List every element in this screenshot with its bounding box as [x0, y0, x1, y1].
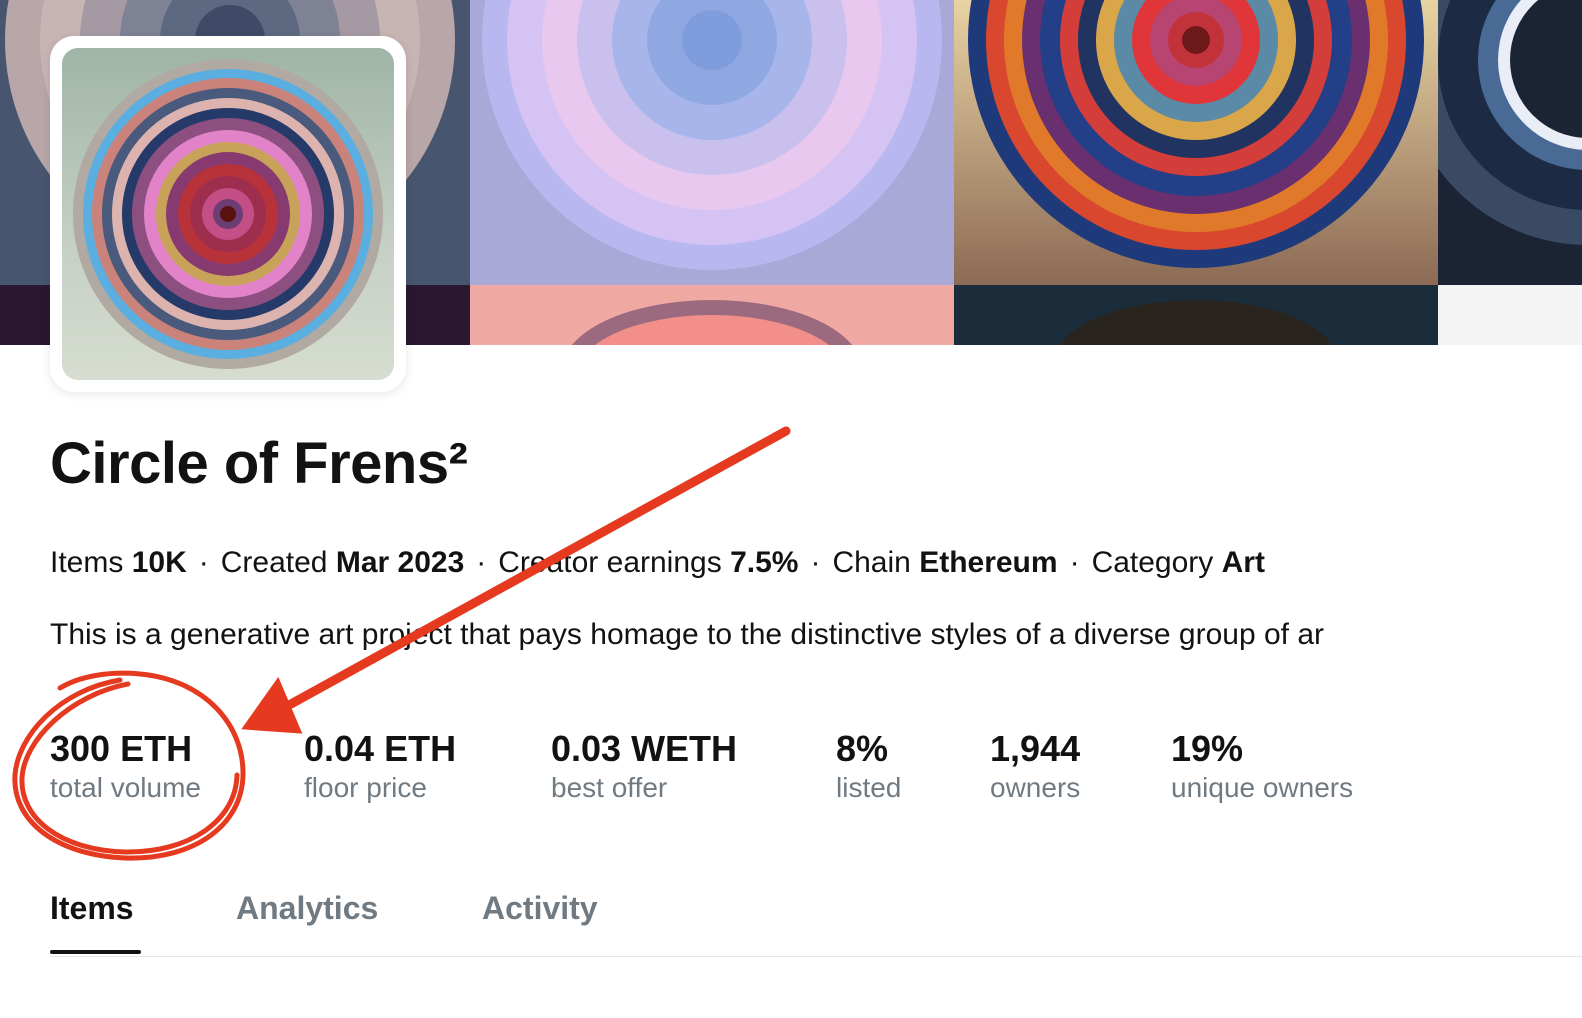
stat-total-volume: 300 ETH total volume	[50, 728, 201, 806]
meta-chain-value: Ethereum	[919, 546, 1058, 579]
meta-items-value: 10K	[131, 546, 187, 579]
stat-value: 0.03 WETH	[551, 728, 738, 769]
stat-value: 300 ETH	[50, 728, 193, 769]
meta-category-value[interactable]: Art	[1222, 546, 1265, 579]
meta-chain: Chain Ethereum	[832, 546, 1057, 580]
stat-floor-price: 0.04 ETH floor price	[304, 728, 456, 806]
stat-label: total volume	[50, 772, 201, 803]
collection-avatar-image	[62, 48, 394, 380]
meta-created-label: Created	[220, 546, 328, 579]
meta-separator: ·	[1069, 546, 1080, 579]
banner-tile-4	[1438, 0, 1582, 345]
meta-separator: ·	[476, 546, 487, 579]
tab-items[interactable]: Items	[50, 890, 134, 927]
stat-unique-owners: 19% unique owners	[1171, 728, 1353, 806]
collection-meta: Items 10K · Created Mar 2023 · Creator earni…	[50, 546, 1265, 580]
meta-separator: ·	[198, 546, 209, 579]
tab-analytics[interactable]: Analytics	[236, 890, 378, 927]
stat-owners: 1,944 owners	[990, 728, 1080, 806]
meta-created-value: Mar 2023	[335, 546, 465, 579]
collection-avatar[interactable]	[50, 36, 406, 392]
meta-items: Items 10K	[50, 546, 187, 580]
stat-value: 1,944	[990, 728, 1081, 769]
meta-items-label: Items	[50, 546, 124, 579]
stat-label: owners	[990, 772, 1081, 803]
stat-value: 19%	[1171, 728, 1244, 769]
meta-chain-label: Chain	[832, 546, 911, 579]
meta-creator-earnings-label: Creator earnings	[498, 546, 722, 579]
meta-created: Created Mar 2023	[221, 546, 465, 580]
tab-activity[interactable]: Activity	[482, 890, 598, 927]
collection-description: This is a generative art project that pa…	[50, 618, 1324, 651]
collection-title: Circle of Frens²	[50, 431, 468, 496]
collection-tabs: Items Analytics Activity	[50, 890, 1582, 957]
stat-label: floor price	[304, 772, 427, 803]
meta-category-label: Category	[1091, 546, 1214, 579]
stat-value: 0.04 ETH	[304, 728, 457, 769]
meta-separator: ·	[810, 546, 821, 579]
stat-listed: 8% listed	[836, 728, 901, 806]
meta-category[interactable]: Category Art	[1092, 546, 1265, 580]
stat-label: best offer	[551, 772, 668, 803]
stat-label: unique owners	[1171, 772, 1354, 803]
active-tab-indicator	[50, 950, 141, 954]
meta-creator-earnings: Creator earnings 7.5%	[498, 546, 798, 580]
stat-value: 8%	[836, 728, 889, 769]
meta-creator-earnings-value: 7.5%	[730, 546, 799, 579]
stat-best-offer: 0.03 WETH best offer	[551, 728, 737, 806]
stat-label: listed	[836, 772, 902, 803]
banner-tile-2	[470, 0, 954, 345]
banner-tile-3	[954, 0, 1438, 345]
